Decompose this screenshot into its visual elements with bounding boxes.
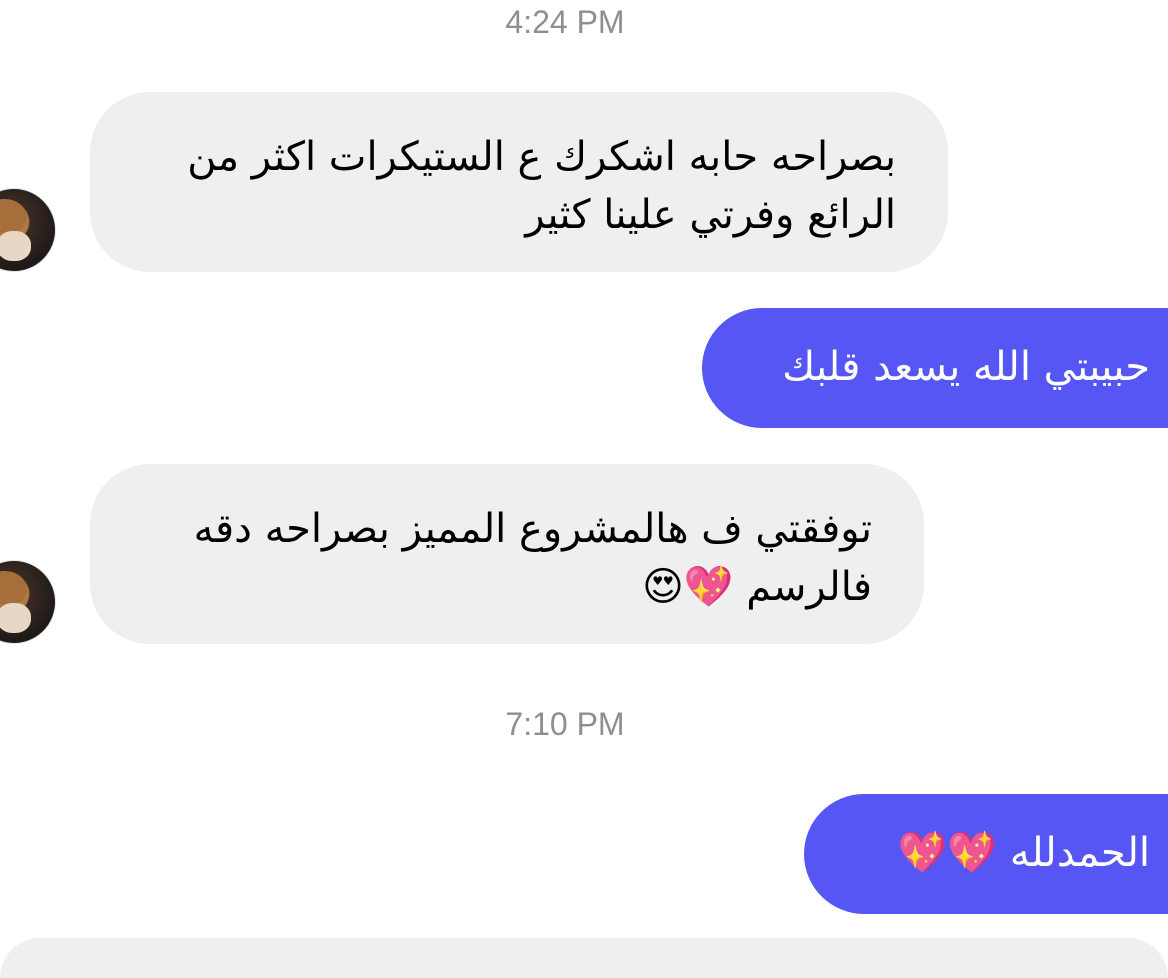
message-text: حبيبتي الله يسعد قلبك: [782, 344, 1150, 390]
avatar[interactable]: [0, 560, 56, 644]
message-text: الحمدلله 💖💖: [897, 830, 1150, 876]
avatar-image: [0, 199, 27, 233]
message-text: فالرسم 💖😍: [642, 564, 872, 610]
timestamp: 7:10 PM: [505, 706, 625, 742]
incoming-message-bubble[interactable]: توفقتي ف هالمشروع المميز بصراحه دقه فالر…: [90, 464, 924, 644]
message-text: توفقتي ف هالمشروع المميز بصراحه دقه: [193, 506, 872, 552]
avatar-image: [0, 571, 27, 605]
message-text: الرائع وفرتي علينا كثير: [525, 192, 896, 238]
outgoing-message-bubble[interactable]: حبيبتي الله يسعد قلبك: [702, 308, 1168, 428]
timestamp: 4:24 PM: [505, 4, 625, 40]
message-text: بصراحه حابه اشكرك ع الستيكرات اكثر من: [187, 134, 896, 180]
avatar[interactable]: [0, 188, 56, 272]
message-composer[interactable]: [0, 938, 1168, 978]
incoming-message-bubble[interactable]: بصراحه حابه اشكرك ع الستيكرات اكثر من ال…: [90, 92, 948, 272]
outgoing-message-bubble[interactable]: الحمدلله 💖💖: [804, 794, 1168, 914]
